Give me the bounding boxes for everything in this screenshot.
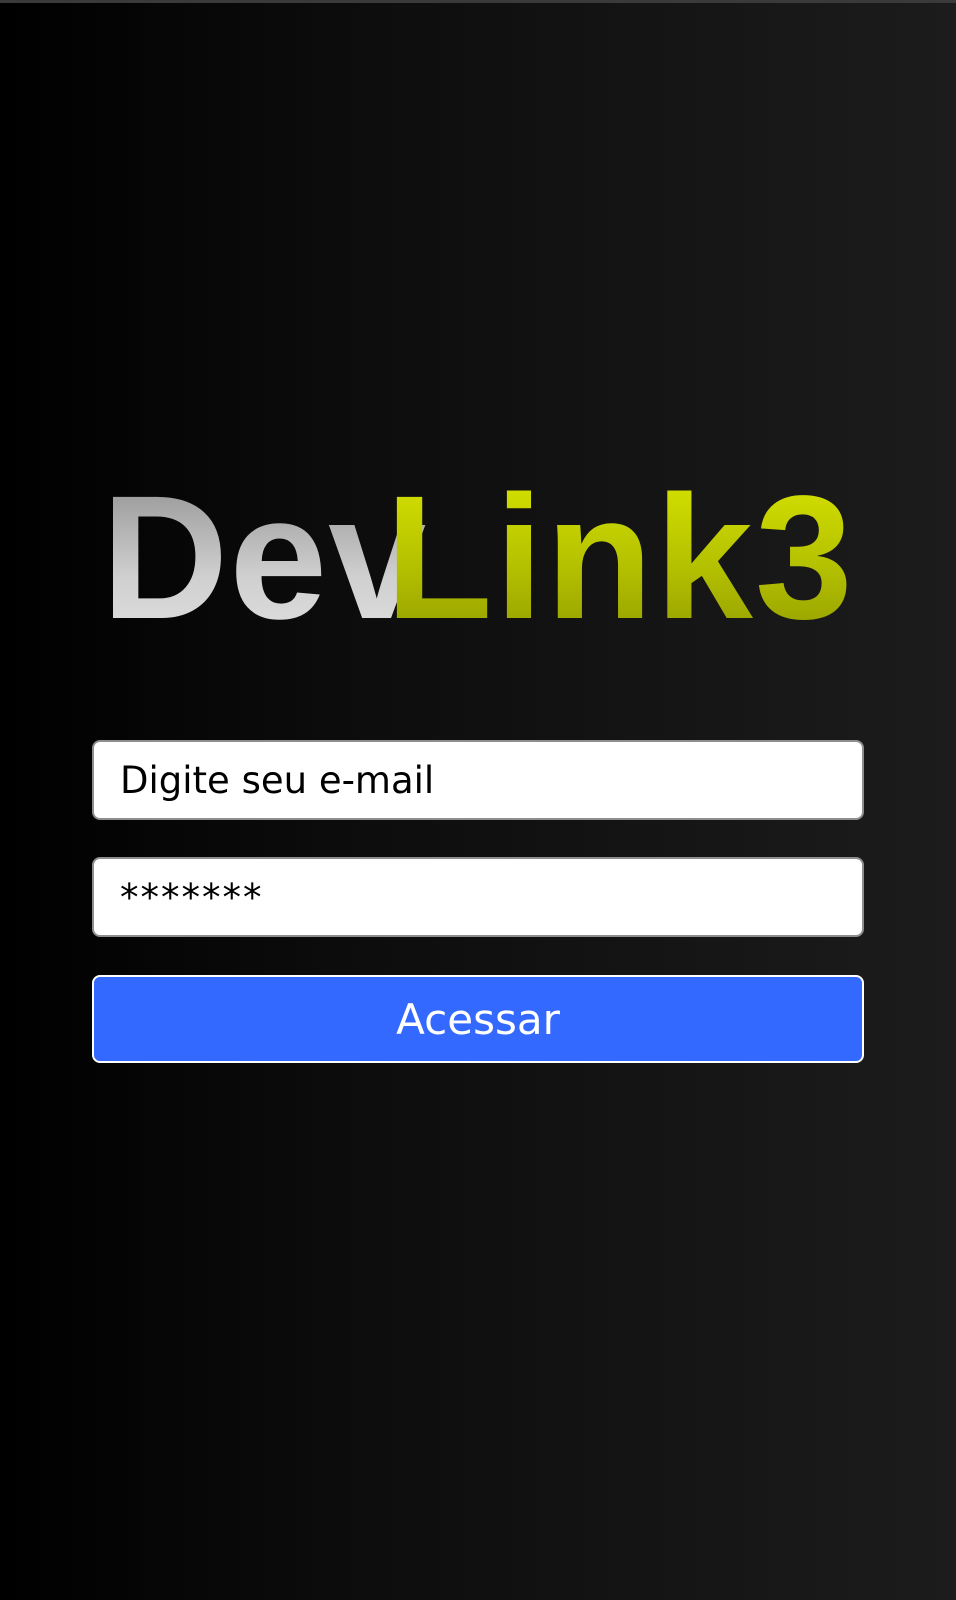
top-edge-bar bbox=[0, 0, 956, 3]
password-input[interactable] bbox=[92, 857, 864, 937]
app-logo: DevLink3 bbox=[0, 470, 956, 646]
logo-text-link: Link3 bbox=[385, 460, 855, 656]
email-input[interactable] bbox=[92, 740, 864, 820]
logo-text-dev: Dev bbox=[101, 460, 428, 656]
access-button[interactable]: Acessar bbox=[92, 975, 864, 1063]
